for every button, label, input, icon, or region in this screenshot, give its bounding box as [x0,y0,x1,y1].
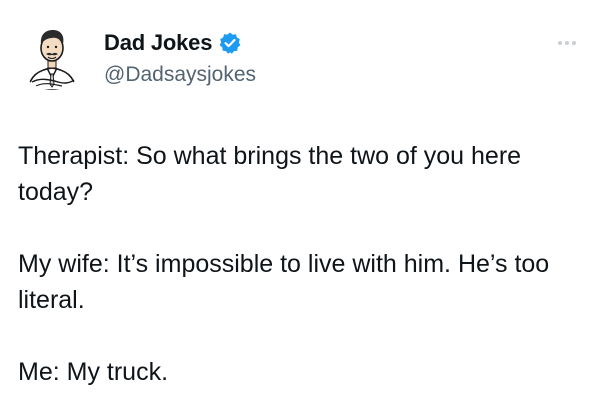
cartoon-man-avatar-icon [27,30,77,90]
author-name-row: Dad Jokes [104,29,242,57]
avatar[interactable] [18,22,86,90]
more-options-button[interactable] [554,36,580,50]
more-horizontal-icon [558,41,562,45]
tweet-paragraph: Me: My truck. [18,358,169,386]
tweet-text: Therapist: So what brings the two of you… [18,138,588,390]
tweet-card: Dad Jokes @Dadsaysjokes Therapist: So wh… [0,0,599,405]
author-handle[interactable]: @Dadsaysjokes [104,61,256,89]
author-display-name[interactable]: Dad Jokes [104,29,212,57]
more-horizontal-icon-dot [572,41,576,45]
tweet-paragraph: Therapist: So what brings the two of you… [18,142,522,206]
verified-badge-icon [218,31,242,55]
tweet-paragraph: My wife: It’s impossible to live with hi… [18,250,550,314]
more-horizontal-icon-dot [565,41,569,45]
